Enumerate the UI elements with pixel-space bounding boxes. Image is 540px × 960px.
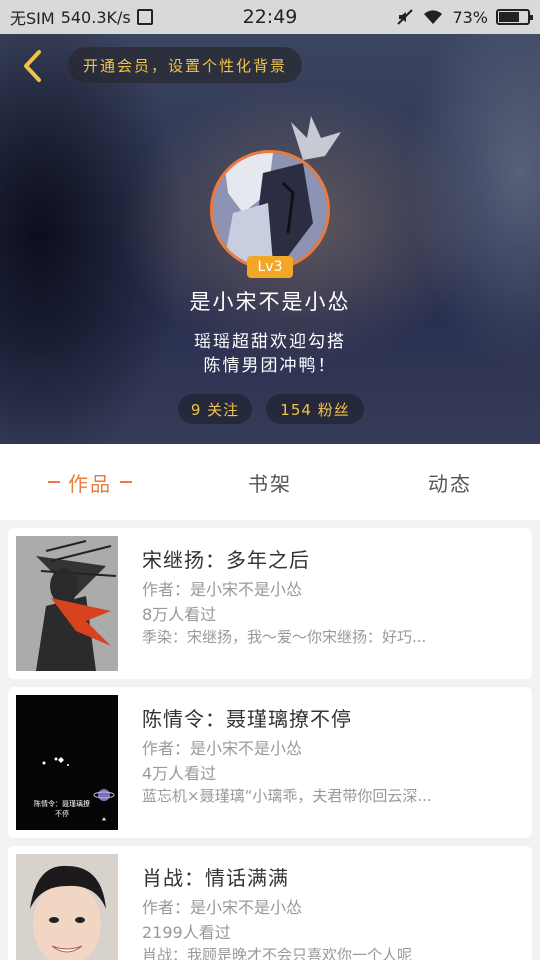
battery-icon xyxy=(496,9,533,25)
carrier-label: 无SIM xyxy=(10,9,55,28)
tab-indicator-right xyxy=(120,481,132,483)
work-description: 肖战：我顾是晚才不会只喜欢你一个人呢 xyxy=(142,946,413,960)
mute-icon xyxy=(397,9,414,25)
work-author: 作者：是小宋不是小怂 xyxy=(142,898,303,917)
status-bar: 无SIM 540.3K/s 22:49 73% xyxy=(0,0,540,34)
work-views: 2199人看过 xyxy=(142,923,231,942)
network-speed: 540.3K/s xyxy=(60,7,131,27)
following-count-button[interactable]: 9 关注 xyxy=(178,394,252,424)
tab-indicator-left xyxy=(48,481,60,483)
tab-activity-label: 动态 xyxy=(428,471,472,496)
work-description: 蓝忘机×聂瑾璃“小璃乖，夫君带你回云深... xyxy=(142,787,432,805)
back-button[interactable] xyxy=(14,48,50,84)
profile-header: 开通会员，设置个性化背景 Lv3 是小宋不是小怂 瑶瑶超甜欢迎勾搭 陈情男团冲鸭… xyxy=(0,34,540,444)
work-card[interactable]: 宋继扬：多年之后 作者：是小宋不是小怂 8万人看过 季染：宋继扬，我～爱～你宋继… xyxy=(8,528,532,679)
work-title: 肖战：情话满满 xyxy=(142,866,289,890)
vip-background-button[interactable]: 开通会员，设置个性化背景 xyxy=(68,47,302,83)
tab-bookshelf-label: 书架 xyxy=(248,471,292,496)
work-views: 8万人看过 xyxy=(142,605,217,624)
tab-bookshelf[interactable]: 书架 xyxy=(180,444,360,520)
level-badge: Lv3 xyxy=(247,256,293,278)
bio-line-1: 瑶瑶超甜欢迎勾搭 xyxy=(194,332,346,352)
cover-caption: 陈情令：聂瑾璃撩不停 xyxy=(34,800,90,818)
work-cover-image xyxy=(16,854,118,960)
work-cover-image xyxy=(16,536,118,671)
battery-fill xyxy=(499,12,519,22)
tab-works[interactable]: 作品 xyxy=(0,444,180,520)
work-card[interactable]: 肖战：情话满满 作者：是小宋不是小怂 2199人看过 肖战：我顾是晚才不会只喜欢… xyxy=(8,846,532,960)
avatar[interactable] xyxy=(210,150,330,270)
bio-line-2: 陈情男团冲鸭！ xyxy=(203,356,337,376)
tab-works-label: 作品 xyxy=(68,471,112,496)
work-cover-image: 陈情令：聂瑾璃撩不停 xyxy=(16,695,118,830)
avatar-container[interactable] xyxy=(210,150,330,270)
works-list: 宋继扬：多年之后 作者：是小宋不是小怂 8万人看过 季染：宋继扬，我～爱～你宋继… xyxy=(8,528,532,960)
screenshot-icon xyxy=(136,9,153,25)
work-title: 宋继扬：多年之后 xyxy=(142,548,310,572)
work-author: 作者：是小宋不是小怂 xyxy=(142,739,303,758)
work-title: 陈情令：聂瑾璃撩不停 xyxy=(142,707,352,731)
work-card[interactable]: 陈情令：聂瑾璃撩不停 陈情令：聂瑾璃撩不停 作者：是小宋不是小怂 4万人看过 蓝… xyxy=(8,687,532,838)
user-bio: 瑶瑶超甜欢迎勾搭 陈情男团冲鸭！ xyxy=(0,330,540,378)
battery-percent: 73% xyxy=(452,7,488,27)
tab-activity[interactable]: 动态 xyxy=(360,444,540,520)
work-description: 季染：宋继扬，我～爱～你宋继扬：好巧... xyxy=(142,628,427,646)
chevron-left-icon xyxy=(24,50,41,82)
wifi-icon xyxy=(424,10,443,24)
work-views: 4万人看过 xyxy=(142,764,217,783)
user-nickname: 是小宋不是小怂 xyxy=(189,290,351,314)
work-author: 作者：是小宋不是小怂 xyxy=(142,580,303,599)
profile-tabs: 作品 书架 动态 xyxy=(0,444,540,520)
fans-count-button[interactable]: 154 粉丝 xyxy=(266,394,364,424)
